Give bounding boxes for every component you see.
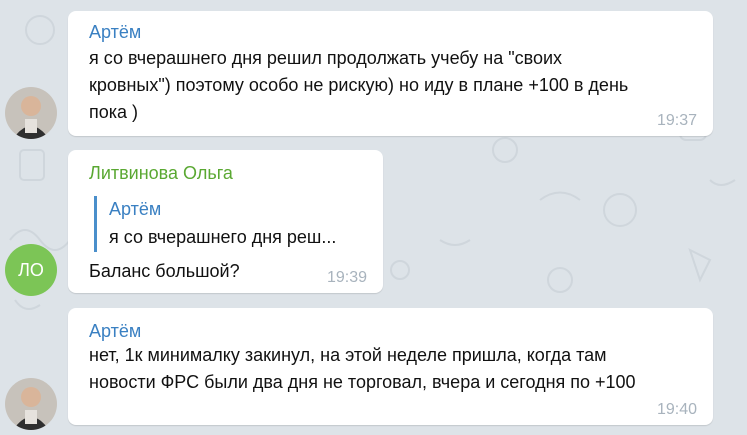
message-time: 19:39 <box>326 269 367 286</box>
reply-quote[interactable]: Артём я со вчерашнего дня реш... <box>94 196 356 252</box>
message-text-line: нет, 1к минималку закинул, на этой недел… <box>89 345 607 365</box>
message-bubble: Литвинова Ольга Артём я со вчерашнего дн… <box>68 150 383 293</box>
message-sender[interactable]: Артём <box>89 320 141 342</box>
avatar[interactable] <box>5 87 57 139</box>
avatar[interactable] <box>5 378 57 430</box>
photo-avatar-icon <box>5 87 57 139</box>
message-time: 19:40 <box>656 401 697 418</box>
message-text-line: кровных") поэтому особо не рискую) но ид… <box>89 75 629 95</box>
message-text-line: пока ) <box>89 102 139 122</box>
message-bubble: Артём нет, 1к минималку закинул, на этой… <box>68 308 713 425</box>
message-text: нет, 1к минималку закинул, на этой недел… <box>89 342 704 396</box>
photo-avatar-icon <box>5 378 57 430</box>
avatar-initials: ЛО <box>18 259 44 280</box>
message-text-line: я со вчерашнего дня решил продолжать уче… <box>89 48 563 68</box>
message-bubble: Артём я со вчерашнего дня решил продолжа… <box>68 11 713 136</box>
reply-text: я со вчерашнего дня реш... <box>109 227 337 247</box>
message-time: 19:37 <box>656 112 697 129</box>
message-text-line: новости ФРС были два дня не торговал, вч… <box>89 372 636 392</box>
message-text: я со вчерашнего дня решил продолжать уче… <box>89 45 704 126</box>
message-sender[interactable]: Артём <box>89 21 141 43</box>
message-text: Баланс большой? <box>89 261 240 281</box>
message-sender[interactable]: Литвинова Ольга <box>89 162 233 184</box>
avatar[interactable]: ЛО <box>5 244 57 296</box>
reply-sender: Артём <box>109 199 162 219</box>
